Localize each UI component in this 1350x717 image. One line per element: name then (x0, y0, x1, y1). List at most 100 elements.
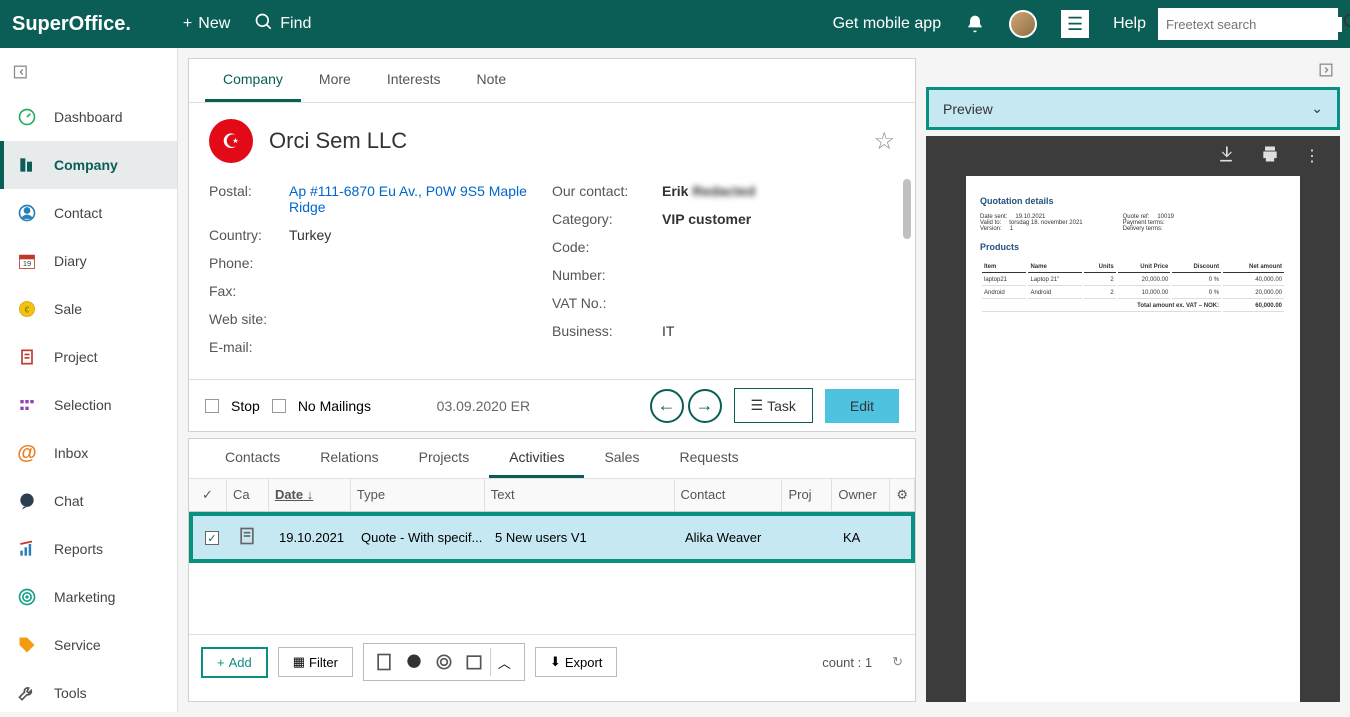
postal-value[interactable]: Ap #111-6870 Eu Av., P0W 9S5 Maple Ridge (289, 183, 552, 215)
sidebar-item-company[interactable]: Company (0, 141, 177, 189)
country-flag-icon: ☪ (209, 119, 253, 163)
collapse-sidebar-icon[interactable] (0, 56, 177, 93)
sidebar-item-diary[interactable]: 19Diary (0, 237, 177, 285)
calendar-type-icon[interactable] (460, 648, 488, 676)
row-proj (787, 534, 837, 542)
scrollbar[interactable] (903, 179, 911, 239)
new-button[interactable]: +New (171, 9, 242, 39)
col-cat[interactable]: Ca (227, 479, 269, 511)
tab-more[interactable]: More (301, 59, 369, 102)
our-contact-value: Erik Redacted (662, 183, 895, 199)
edit-button[interactable]: Edit (825, 389, 899, 423)
export-button[interactable]: ⬇Export (535, 647, 617, 677)
col-date[interactable]: Date ↓ (269, 479, 351, 511)
favorite-icon[interactable]: ☆ (873, 127, 895, 156)
person-icon (16, 202, 38, 224)
col-check[interactable]: ✓ (189, 479, 227, 511)
col-type[interactable]: Type (351, 479, 485, 511)
svg-text:€: € (25, 304, 30, 314)
at-icon: @ (16, 442, 38, 464)
chevron-up-icon[interactable]: ︿ (490, 648, 518, 676)
tab-activities[interactable]: Activities (489, 439, 584, 478)
grid-icon: ▦ (293, 654, 305, 670)
company-name: Orci Sem LLC (269, 128, 857, 154)
help-link[interactable]: Help (1101, 9, 1158, 39)
find-button[interactable]: Find (242, 6, 323, 43)
add-button[interactable]: +Add (201, 647, 268, 678)
prev-button[interactable]: ← (650, 389, 684, 423)
topbar: SuperOffice. +New Find Get mobile app ☰ … (0, 0, 1350, 48)
country-label: Country: (209, 227, 289, 243)
row-date: 19.10.2021 (273, 526, 355, 549)
pdf-document: Quotation details Date sent:19.10.2021 V… (966, 176, 1300, 702)
website-label: Web site: (209, 311, 289, 327)
doc-icon (231, 522, 273, 553)
app-menu-icon[interactable]: ☰ (1049, 4, 1101, 44)
tab-requests[interactable]: Requests (659, 439, 758, 478)
svg-text:19: 19 (23, 259, 31, 268)
sidebar-item-chat[interactable]: Chat (0, 477, 177, 525)
col-proj[interactable]: Proj (782, 479, 832, 511)
sidebar-item-dashboard[interactable]: Dashboard (0, 93, 177, 141)
download-icon[interactable] (1216, 144, 1236, 169)
sidebar-item-project[interactable]: Project (0, 333, 177, 381)
sidebar-item-selection[interactable]: Selection (0, 381, 177, 429)
sidebar-item-service[interactable]: Service (0, 621, 177, 669)
preview-dropdown[interactable]: Preview ⌄ (926, 87, 1340, 130)
more-icon[interactable]: ⋮ (1304, 146, 1320, 166)
expand-panel-icon[interactable] (1316, 67, 1336, 84)
search-input[interactable] (1158, 8, 1338, 40)
sidebar-item-sale[interactable]: €Sale (0, 285, 177, 333)
print-icon[interactable] (1260, 144, 1280, 169)
no-mailings-label: No Mailings (298, 398, 371, 414)
sidebar-item-contact[interactable]: Contact (0, 189, 177, 237)
tab-company[interactable]: Company (205, 59, 301, 102)
col-text[interactable]: Text (485, 479, 675, 511)
notifications-icon[interactable] (953, 8, 997, 40)
category-value: VIP customer (662, 211, 895, 227)
logo[interactable]: SuperOffice. (12, 13, 131, 36)
mobile-app-link[interactable]: Get mobile app (821, 9, 954, 39)
row-owner: KA (837, 526, 895, 549)
postal-label: Postal: (209, 183, 289, 215)
fax-label: Fax: (209, 283, 289, 299)
tab-contacts[interactable]: Contacts (205, 439, 300, 478)
tab-interests[interactable]: Interests (369, 59, 459, 102)
avatar[interactable] (997, 4, 1049, 44)
tab-note[interactable]: Note (459, 59, 525, 102)
task-button[interactable]: ☰Task (734, 388, 813, 423)
our-contact-label: Our contact: (552, 183, 662, 199)
sub-tabs: Contacts Relations Projects Activities S… (189, 439, 915, 479)
doc-type-icon[interactable] (370, 648, 398, 676)
next-button[interactable]: → (688, 389, 722, 423)
no-mailings-checkbox[interactable] (272, 399, 286, 413)
business-label: Business: (552, 323, 662, 339)
row-checkbox[interactable]: ✓ (205, 531, 219, 545)
plus-icon: + (183, 15, 192, 33)
col-contact[interactable]: Contact (675, 479, 783, 511)
col-owner[interactable]: Owner (832, 479, 890, 511)
tab-projects[interactable]: Projects (399, 439, 490, 478)
stop-checkbox[interactable] (205, 399, 219, 413)
refresh-icon[interactable]: ↻ (892, 654, 903, 670)
filter-button[interactable]: ▦Filter (278, 647, 353, 677)
sidebar-item-marketing[interactable]: Marketing (0, 573, 177, 621)
download-icon: ⬇ (550, 654, 561, 670)
gear-icon[interactable]: ⚙ (890, 479, 915, 511)
sidebar-item-tools[interactable]: Tools (0, 669, 177, 717)
sidebar-item-reports[interactable]: Reports (0, 525, 177, 573)
target-type-icon[interactable] (430, 648, 458, 676)
tab-sales[interactable]: Sales (584, 439, 659, 478)
code-label: Code: (552, 239, 662, 255)
sidebar-item-inbox[interactable]: @Inbox (0, 429, 177, 477)
phone-label: Phone: (209, 255, 289, 271)
tab-relations[interactable]: Relations (300, 439, 398, 478)
selection-icon (16, 394, 38, 416)
chat-type-icon[interactable] (400, 648, 428, 676)
sidebar: Dashboard Company Contact 19Diary €Sale … (0, 48, 178, 712)
table-row[interactable]: ✓ 19.10.2021 Quote - With specif... 5 Ne… (191, 514, 913, 561)
calendar-icon: 19 (16, 250, 38, 272)
timestamp: 03.09.2020 ER (437, 398, 530, 414)
tag-icon (16, 634, 38, 656)
gauge-icon (16, 106, 38, 128)
